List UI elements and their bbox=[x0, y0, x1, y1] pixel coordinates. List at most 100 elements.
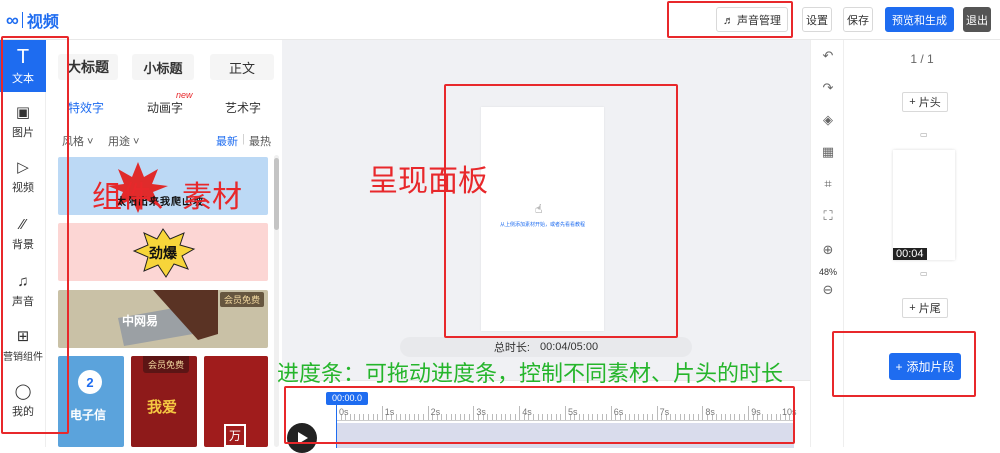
add-segment-button[interactable]: + 添加片段 bbox=[889, 353, 961, 380]
ruler-tick bbox=[739, 414, 741, 420]
template-card-love[interactable]: 会员免费 我爱 bbox=[131, 356, 197, 447]
template-card-electronic[interactable]: 2 电子信 bbox=[58, 356, 124, 447]
tab-animated-text[interactable]: 动画字 bbox=[147, 99, 183, 116]
nav-item-text[interactable]: T 文本 bbox=[0, 40, 46, 92]
ruler-tick bbox=[771, 414, 773, 420]
ruler-tick-label: 0s bbox=[339, 407, 349, 417]
ruler-tick bbox=[450, 414, 452, 420]
crop-icon[interactable]: ⌗ bbox=[811, 176, 845, 192]
ruler-tick bbox=[363, 414, 365, 420]
usage-filter[interactable]: 用途 ˅ bbox=[108, 133, 139, 149]
ruler-tick bbox=[532, 414, 534, 420]
nav-item-label: 背景 bbox=[12, 238, 34, 251]
sort-hottest[interactable]: 最热 bbox=[249, 133, 271, 149]
play-button[interactable] bbox=[287, 423, 317, 453]
ruler-tick bbox=[404, 414, 406, 420]
tab-effect-text[interactable]: 特效字 bbox=[68, 99, 104, 116]
nav-item-sound[interactable]: ♫ 声音 bbox=[0, 265, 46, 317]
grid-icon[interactable]: ▦ bbox=[811, 144, 845, 160]
ruler-tick bbox=[716, 414, 718, 420]
nav-item-image[interactable]: ▣ 图片 bbox=[0, 96, 46, 148]
nav-item-label: 图片 bbox=[12, 126, 34, 139]
ruler-tick bbox=[427, 406, 429, 420]
panel-scrollbar-thumb[interactable] bbox=[274, 158, 279, 230]
ruler-tick bbox=[583, 414, 585, 420]
image-placeholder-icon: ▭ bbox=[920, 130, 928, 139]
tab-art-text[interactable]: 艺术字 bbox=[225, 99, 261, 116]
ruler-tick bbox=[656, 406, 658, 420]
ruler-tick bbox=[441, 414, 443, 420]
ruler-tick bbox=[761, 414, 763, 420]
fullscreen-icon[interactable]: ⛶ bbox=[811, 208, 845, 224]
ruler-tick bbox=[597, 414, 599, 420]
undo-icon[interactable]: ↶ bbox=[811, 48, 845, 64]
text-effect-card-china[interactable]: 中网易 会员免费 bbox=[58, 290, 268, 348]
left-nav: T 文本 ▣ 图片 ▷ 视频 ⁄⁄ 背景 ♫ 声音 ⊞ 营销组件 ◯ 我的 bbox=[0, 40, 46, 447]
video-icon: ▷ bbox=[17, 158, 29, 176]
nav-item-marketing[interactable]: ⊞ 营销组件 bbox=[0, 320, 46, 372]
ruler-tick bbox=[565, 406, 566, 420]
tab-subtitle[interactable]: 小标题 bbox=[132, 54, 194, 80]
image-icon: ▣ bbox=[15, 103, 31, 121]
card-text: 万 bbox=[224, 424, 246, 447]
zoom-out-icon[interactable]: ⊖ bbox=[811, 282, 845, 298]
text-effect-card-sun[interactable]: 太阳出来我爬山坡 bbox=[58, 157, 268, 215]
member-free-badge: 会员免费 bbox=[143, 356, 190, 373]
card-text: 太阳出来我爬山坡 bbox=[116, 197, 204, 208]
nav-item-mine[interactable]: ◯ 我的 bbox=[0, 375, 46, 427]
exit-button[interactable]: 退出 bbox=[963, 7, 991, 32]
play-icon bbox=[298, 432, 308, 444]
tab-big-title[interactable]: 大标题 bbox=[58, 54, 118, 80]
nav-item-background[interactable]: ⁄⁄ 背景 bbox=[0, 208, 46, 260]
ruler-tick bbox=[693, 414, 695, 420]
timeline-ruler[interactable] bbox=[336, 405, 794, 421]
ruler-tick bbox=[734, 414, 736, 420]
ruler-tick bbox=[381, 406, 383, 420]
playhead-line[interactable] bbox=[336, 405, 337, 448]
background-icon: ⁄⁄ bbox=[20, 215, 26, 233]
nav-item-video[interactable]: ▷ 视频 bbox=[0, 151, 46, 203]
plus-icon: + bbox=[895, 359, 903, 374]
add-head-button[interactable]: + 片头 bbox=[902, 92, 948, 112]
ruler-tick bbox=[377, 414, 379, 420]
ruler-tick bbox=[638, 414, 640, 420]
card-text: 劲爆 bbox=[149, 245, 177, 261]
segment-duration: 00:04 bbox=[893, 248, 927, 260]
redo-icon[interactable]: ↷ bbox=[811, 80, 845, 96]
sound-management-button[interactable]: ♬ 声音管理 bbox=[716, 7, 788, 32]
components-icon: ⊞ bbox=[16, 328, 30, 345]
segment-thumbnail[interactable]: 00:04 bbox=[893, 150, 955, 260]
preview-generate-button[interactable]: 预览和生成 bbox=[885, 7, 954, 32]
layers-icon[interactable]: ◈ bbox=[811, 112, 845, 128]
tab-body-text[interactable]: 正文 bbox=[210, 54, 274, 80]
playhead-time[interactable]: 00:00.0 bbox=[326, 392, 369, 405]
ruler-tick bbox=[629, 414, 631, 420]
timeline-track[interactable] bbox=[336, 423, 794, 448]
ruler-tick bbox=[409, 414, 411, 420]
template-card-wan[interactable]: 万 bbox=[204, 356, 268, 447]
canvas-page[interactable]: ☝ 从上侧添加素材开始，或者先看看教程 bbox=[481, 107, 604, 331]
style-filter[interactable]: 风格 ˅ bbox=[62, 133, 93, 149]
ruler-tick bbox=[652, 414, 654, 420]
material-panel: 大标题 小标题 正文 特效字 new 动画字 艺术字 风格 ˅ 用途 ˅ 最新 … bbox=[46, 40, 282, 447]
ruler-tick bbox=[496, 414, 498, 420]
app-logo[interactable]: ∞ 视频 bbox=[6, 8, 59, 32]
zoom-in-icon[interactable]: ⊕ bbox=[811, 242, 845, 258]
ruler-tick bbox=[601, 414, 603, 420]
ruler-tick bbox=[413, 414, 415, 420]
ruler-tick bbox=[725, 414, 727, 420]
ruler-tick bbox=[766, 414, 768, 420]
text-effect-card-boom[interactable]: 劲爆 bbox=[58, 223, 268, 281]
nav-item-label: 我的 bbox=[12, 405, 34, 418]
top-bar: ∞ 视频 ♬ 声音管理 设置 保存 预览和生成 退出 bbox=[0, 0, 1000, 40]
ruler-tick bbox=[349, 414, 351, 420]
image-placeholder-icon: ▭ bbox=[920, 269, 928, 278]
settings-button[interactable]: 设置 bbox=[802, 7, 832, 32]
duration-value: 00:04/05:00 bbox=[539, 341, 599, 353]
ruler-tick bbox=[519, 406, 521, 420]
add-tail-button[interactable]: + 片尾 bbox=[902, 298, 948, 318]
sort-latest[interactable]: 最新 bbox=[216, 133, 238, 149]
ruler-tick bbox=[358, 414, 360, 420]
card-text: 我爱 bbox=[147, 399, 178, 416]
save-button[interactable]: 保存 bbox=[843, 7, 873, 32]
